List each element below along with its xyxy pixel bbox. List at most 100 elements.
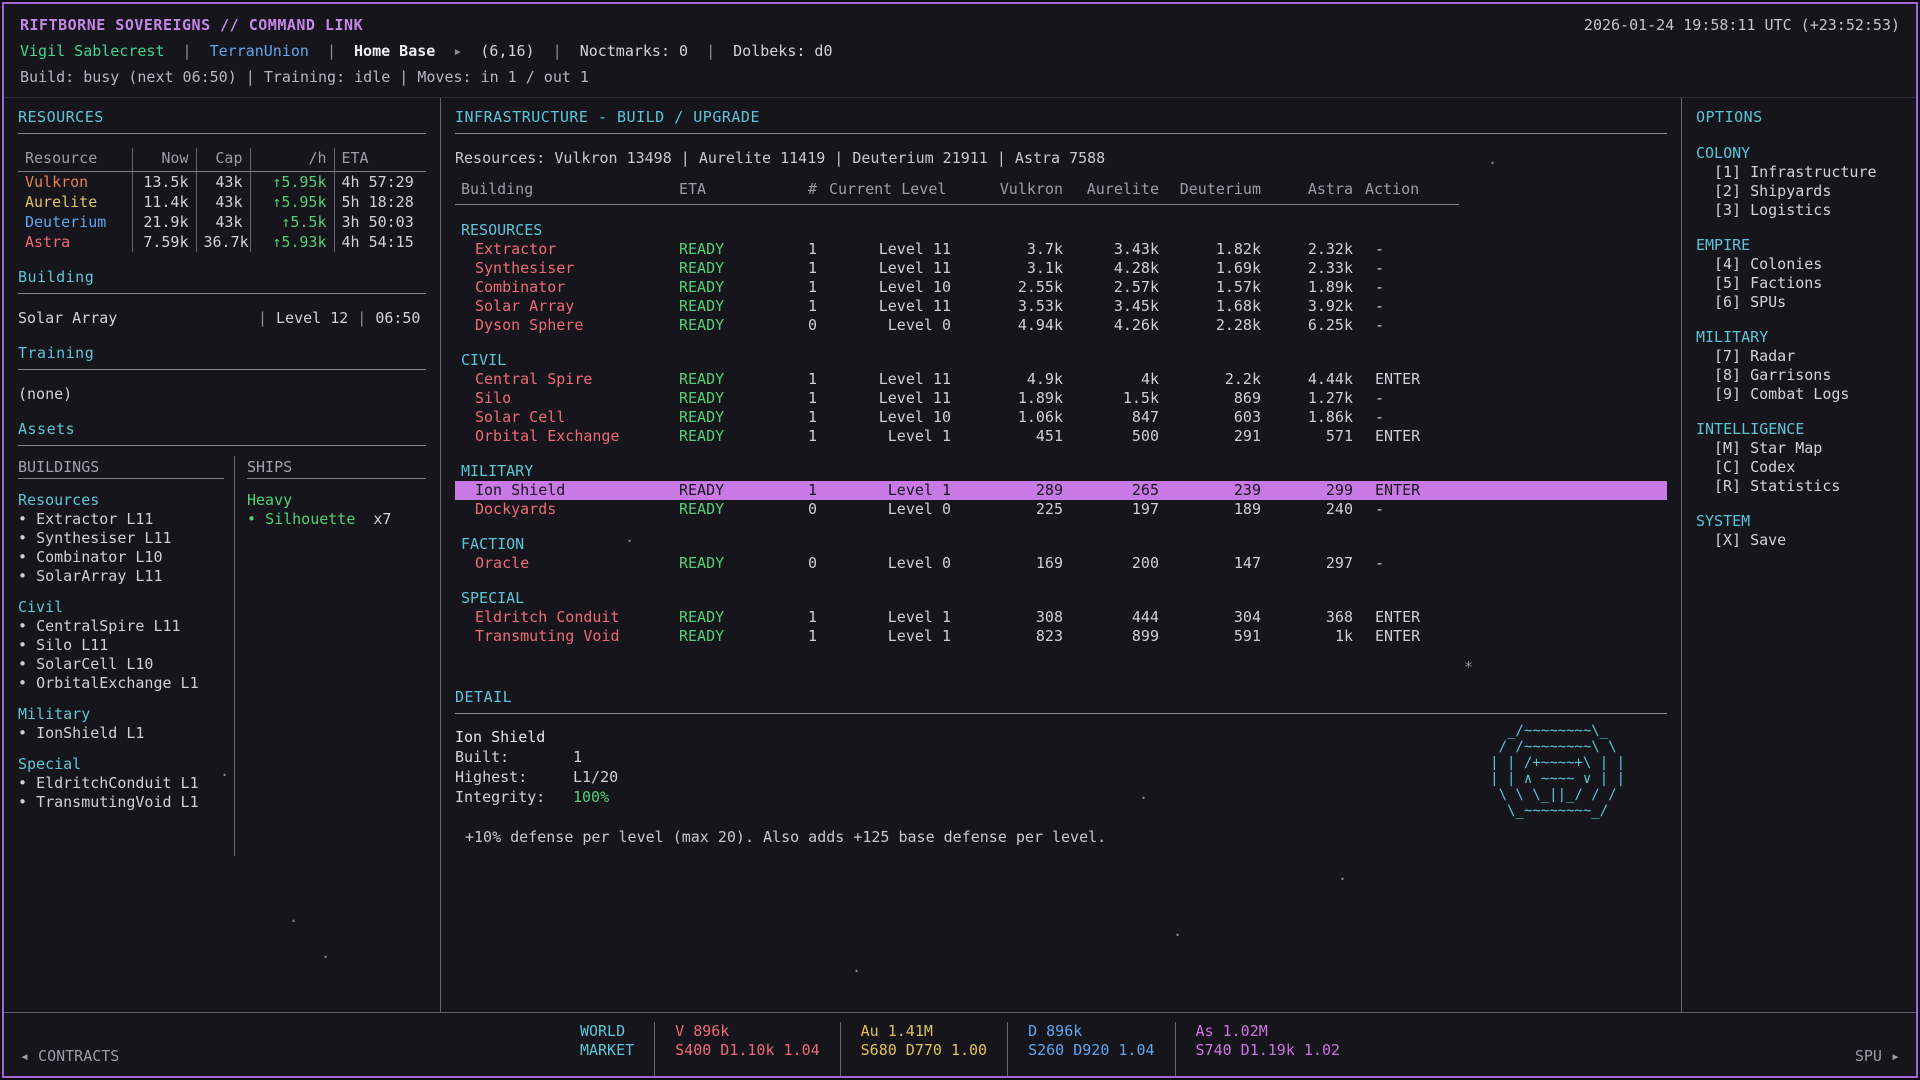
building-action[interactable]: - bbox=[1359, 389, 1459, 408]
building-row[interactable]: SPECIAL bbox=[455, 573, 1667, 608]
option-entry[interactable]: [4] Colonies bbox=[1696, 255, 1902, 274]
building-name[interactable]: SPECIAL bbox=[455, 573, 673, 608]
building-name[interactable]: Ion Shield bbox=[455, 481, 673, 500]
building-action[interactable] bbox=[1359, 205, 1459, 241]
option-entry[interactable]: INTELLIGENCE bbox=[1696, 420, 1902, 439]
option-entry[interactable]: EMPIRE bbox=[1696, 236, 1902, 255]
building-row[interactable]: Dockyards READY 0 Level 0 225 197 189 24… bbox=[455, 500, 1667, 519]
option-entry[interactable]: [3] Logistics bbox=[1696, 201, 1902, 220]
building-action[interactable]: ENTER bbox=[1359, 481, 1459, 500]
building-row[interactable]: Silo READY 1 Level 11 1.89k 1.5k 869 1.2… bbox=[455, 389, 1667, 408]
building-row[interactable]: Combinator READY 1 Level 10 2.55k 2.57k … bbox=[455, 278, 1667, 297]
resources-panel-title: RESOURCES bbox=[18, 106, 426, 128]
contracts-nav-button[interactable]: ◂ CONTRACTS bbox=[20, 1047, 119, 1065]
building-emblem-ascii-art: _/~~~~~~~~\_ / /~~~~~~~~\ \ | | /+~~~~+\… bbox=[1490, 723, 1625, 819]
building-action[interactable] bbox=[1359, 335, 1459, 370]
building-action[interactable]: - bbox=[1359, 240, 1459, 259]
building-name[interactable]: MILITARY bbox=[455, 446, 673, 481]
building-row[interactable]: Ion Shield READY 1 Level 1 289 265 239 2… bbox=[455, 481, 1667, 500]
app-title: RIFTBORNE SOVEREIGNS // COMMAND LINK bbox=[20, 12, 363, 38]
building-action[interactable]: ENTER bbox=[1359, 370, 1459, 389]
building-row[interactable]: Solar Cell READY 1 Level 10 1.06k 847 60… bbox=[455, 408, 1667, 427]
building-row[interactable]: MILITARY bbox=[455, 446, 1667, 481]
building-action[interactable]: ENTER bbox=[1359, 608, 1459, 627]
option-entry[interactable]: [6] SPUs bbox=[1696, 293, 1902, 312]
building-action[interactable] bbox=[1359, 573, 1459, 608]
market-entry-prices: S680 D770 1.00 bbox=[861, 1041, 987, 1060]
building-action[interactable] bbox=[1359, 446, 1459, 481]
building-name[interactable]: Dockyards bbox=[455, 500, 673, 519]
highest-label: Highest: bbox=[455, 767, 573, 787]
spu-nav-button[interactable]: SPU ▸ bbox=[1855, 1047, 1900, 1065]
building-level: Level 1 bbox=[823, 608, 973, 627]
cost-astra: 571 bbox=[1267, 427, 1359, 446]
option-entry[interactable]: [7] Radar bbox=[1696, 347, 1902, 366]
building-row[interactable]: Extractor READY 1 Level 11 3.7k 3.43k 1.… bbox=[455, 240, 1667, 259]
building-name[interactable]: Silo bbox=[455, 389, 673, 408]
building-row[interactable]: CIVIL bbox=[455, 335, 1667, 370]
building-row[interactable]: FACTION bbox=[455, 519, 1667, 554]
building-name[interactable]: FACTION bbox=[455, 519, 673, 554]
option-label: SPUs bbox=[1750, 293, 1786, 312]
option-entry[interactable]: [9] Combat Logs bbox=[1696, 385, 1902, 404]
building-row[interactable]: Eldritch Conduit READY 1 Level 1 308 444… bbox=[455, 608, 1667, 627]
option-entry[interactable]: MILITARY bbox=[1696, 328, 1902, 347]
building-eta: READY bbox=[673, 278, 785, 297]
ship-asset-count: x7 bbox=[373, 510, 391, 529]
building-name[interactable]: Solar Cell bbox=[455, 408, 673, 427]
cost-astra: 1.89k bbox=[1267, 278, 1359, 297]
market-entry-total: Au 1.41M bbox=[861, 1022, 987, 1041]
building-action[interactable]: - bbox=[1359, 297, 1459, 316]
building-name[interactable]: Combinator bbox=[455, 278, 673, 297]
building-row[interactable]: Dyson Sphere READY 0 Level 0 4.94k 4.26k… bbox=[455, 316, 1667, 335]
building-row[interactable]: Synthesiser READY 1 Level 11 3.1k 4.28k … bbox=[455, 259, 1667, 278]
building-row[interactable]: Solar Array READY 1 Level 11 3.53k 3.45k… bbox=[455, 297, 1667, 316]
building-row[interactable]: Orbital Exchange READY 1 Level 1 451 500… bbox=[455, 427, 1667, 446]
cost-astra: 299 bbox=[1267, 481, 1359, 500]
option-entry[interactable]: [M] Star Map bbox=[1696, 439, 1902, 458]
building-action[interactable]: - bbox=[1359, 500, 1459, 519]
building-name[interactable]: Orbital Exchange bbox=[455, 427, 673, 446]
option-entry[interactable]: [5] Factions bbox=[1696, 274, 1902, 293]
row-filler bbox=[1459, 335, 1667, 370]
building-action[interactable]: ENTER bbox=[1359, 427, 1459, 446]
ship-asset-label: Silhouette bbox=[265, 510, 355, 529]
building-name[interactable]: CIVIL bbox=[455, 335, 673, 370]
building-action[interactable]: - bbox=[1359, 259, 1459, 278]
option-entry[interactable]: [2] Shipyards bbox=[1696, 182, 1902, 201]
option-entry[interactable]: [X] Save bbox=[1696, 531, 1902, 550]
building-action[interactable]: - bbox=[1359, 316, 1459, 335]
building-action[interactable]: - bbox=[1359, 278, 1459, 297]
building-name[interactable]: Oracle bbox=[455, 554, 673, 573]
building-name[interactable]: Synthesiser bbox=[455, 259, 673, 278]
building-action[interactable] bbox=[1359, 519, 1459, 554]
row-filler bbox=[1459, 205, 1667, 241]
option-entry[interactable]: [R] Statistics bbox=[1696, 477, 1902, 496]
option-entry[interactable]: SYSTEM bbox=[1696, 512, 1902, 531]
building-name[interactable]: RESOURCES bbox=[455, 205, 673, 241]
building-name[interactable]: Solar Array bbox=[455, 297, 673, 316]
building-row[interactable]: Oracle READY 0 Level 0 169 200 147 297 - bbox=[455, 554, 1667, 573]
building-name[interactable]: Eldritch Conduit bbox=[455, 608, 673, 627]
building-action[interactable]: ENTER bbox=[1359, 627, 1459, 646]
option-entry[interactable]: [8] Garrisons bbox=[1696, 366, 1902, 385]
building-row[interactable]: Transmuting Void READY 1 Level 1 823 899… bbox=[455, 627, 1667, 646]
building-eta: READY bbox=[673, 370, 785, 389]
building-name[interactable]: Transmuting Void bbox=[455, 627, 673, 646]
cost-aurelite bbox=[1069, 573, 1165, 608]
building-action[interactable]: - bbox=[1359, 408, 1459, 427]
building-description: +10% defense per level (max 20). Also ad… bbox=[455, 827, 1667, 847]
option-entry[interactable]: COLONY bbox=[1696, 144, 1902, 163]
building-name[interactable]: Extractor bbox=[455, 240, 673, 259]
building-level: Level 10 bbox=[823, 278, 973, 297]
cost-deuterium: 1.82k bbox=[1165, 240, 1267, 259]
building-row[interactable]: Central Spire READY 1 Level 11 4.9k 4k 2… bbox=[455, 370, 1667, 389]
building-name[interactable]: Central Spire bbox=[455, 370, 673, 389]
option-entry[interactable]: [1] Infrastructure bbox=[1696, 163, 1902, 182]
resource-now: 7.59k bbox=[132, 232, 196, 252]
building-name[interactable]: Dyson Sphere bbox=[455, 316, 673, 335]
cost-vulkron: 4.94k bbox=[973, 316, 1069, 335]
option-entry[interactable]: [C] Codex bbox=[1696, 458, 1902, 477]
building-row[interactable]: RESOURCES bbox=[455, 205, 1667, 241]
building-action[interactable]: - bbox=[1359, 554, 1459, 573]
